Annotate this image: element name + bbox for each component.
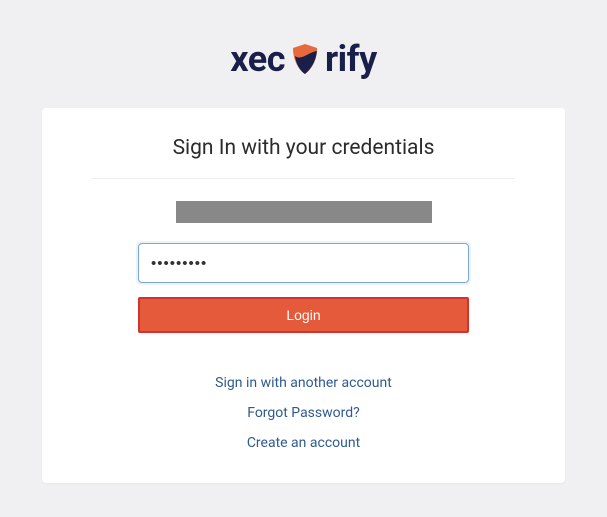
brand-logo: xec rify [230,38,376,80]
links-group: Sign in with another account Forgot Pass… [215,375,392,451]
logo-suffix: rify [325,38,377,80]
login-card: Sign In with your credentials Login Sign… [42,108,565,483]
password-input[interactable] [138,243,469,283]
shield-icon [287,41,323,77]
card-title: Sign In with your credentials [92,136,515,179]
logo-wrap: xec rify [0,0,607,108]
forgot-password-link[interactable]: Forgot Password? [247,405,360,421]
logo-prefix: xec [230,38,285,80]
login-button[interactable]: Login [138,297,469,333]
another-account-link[interactable]: Sign in with another account [215,375,392,391]
create-account-link[interactable]: Create an account [247,435,360,451]
login-form: Login Sign in with another account Forgo… [92,179,515,451]
username-redacted [176,201,432,223]
